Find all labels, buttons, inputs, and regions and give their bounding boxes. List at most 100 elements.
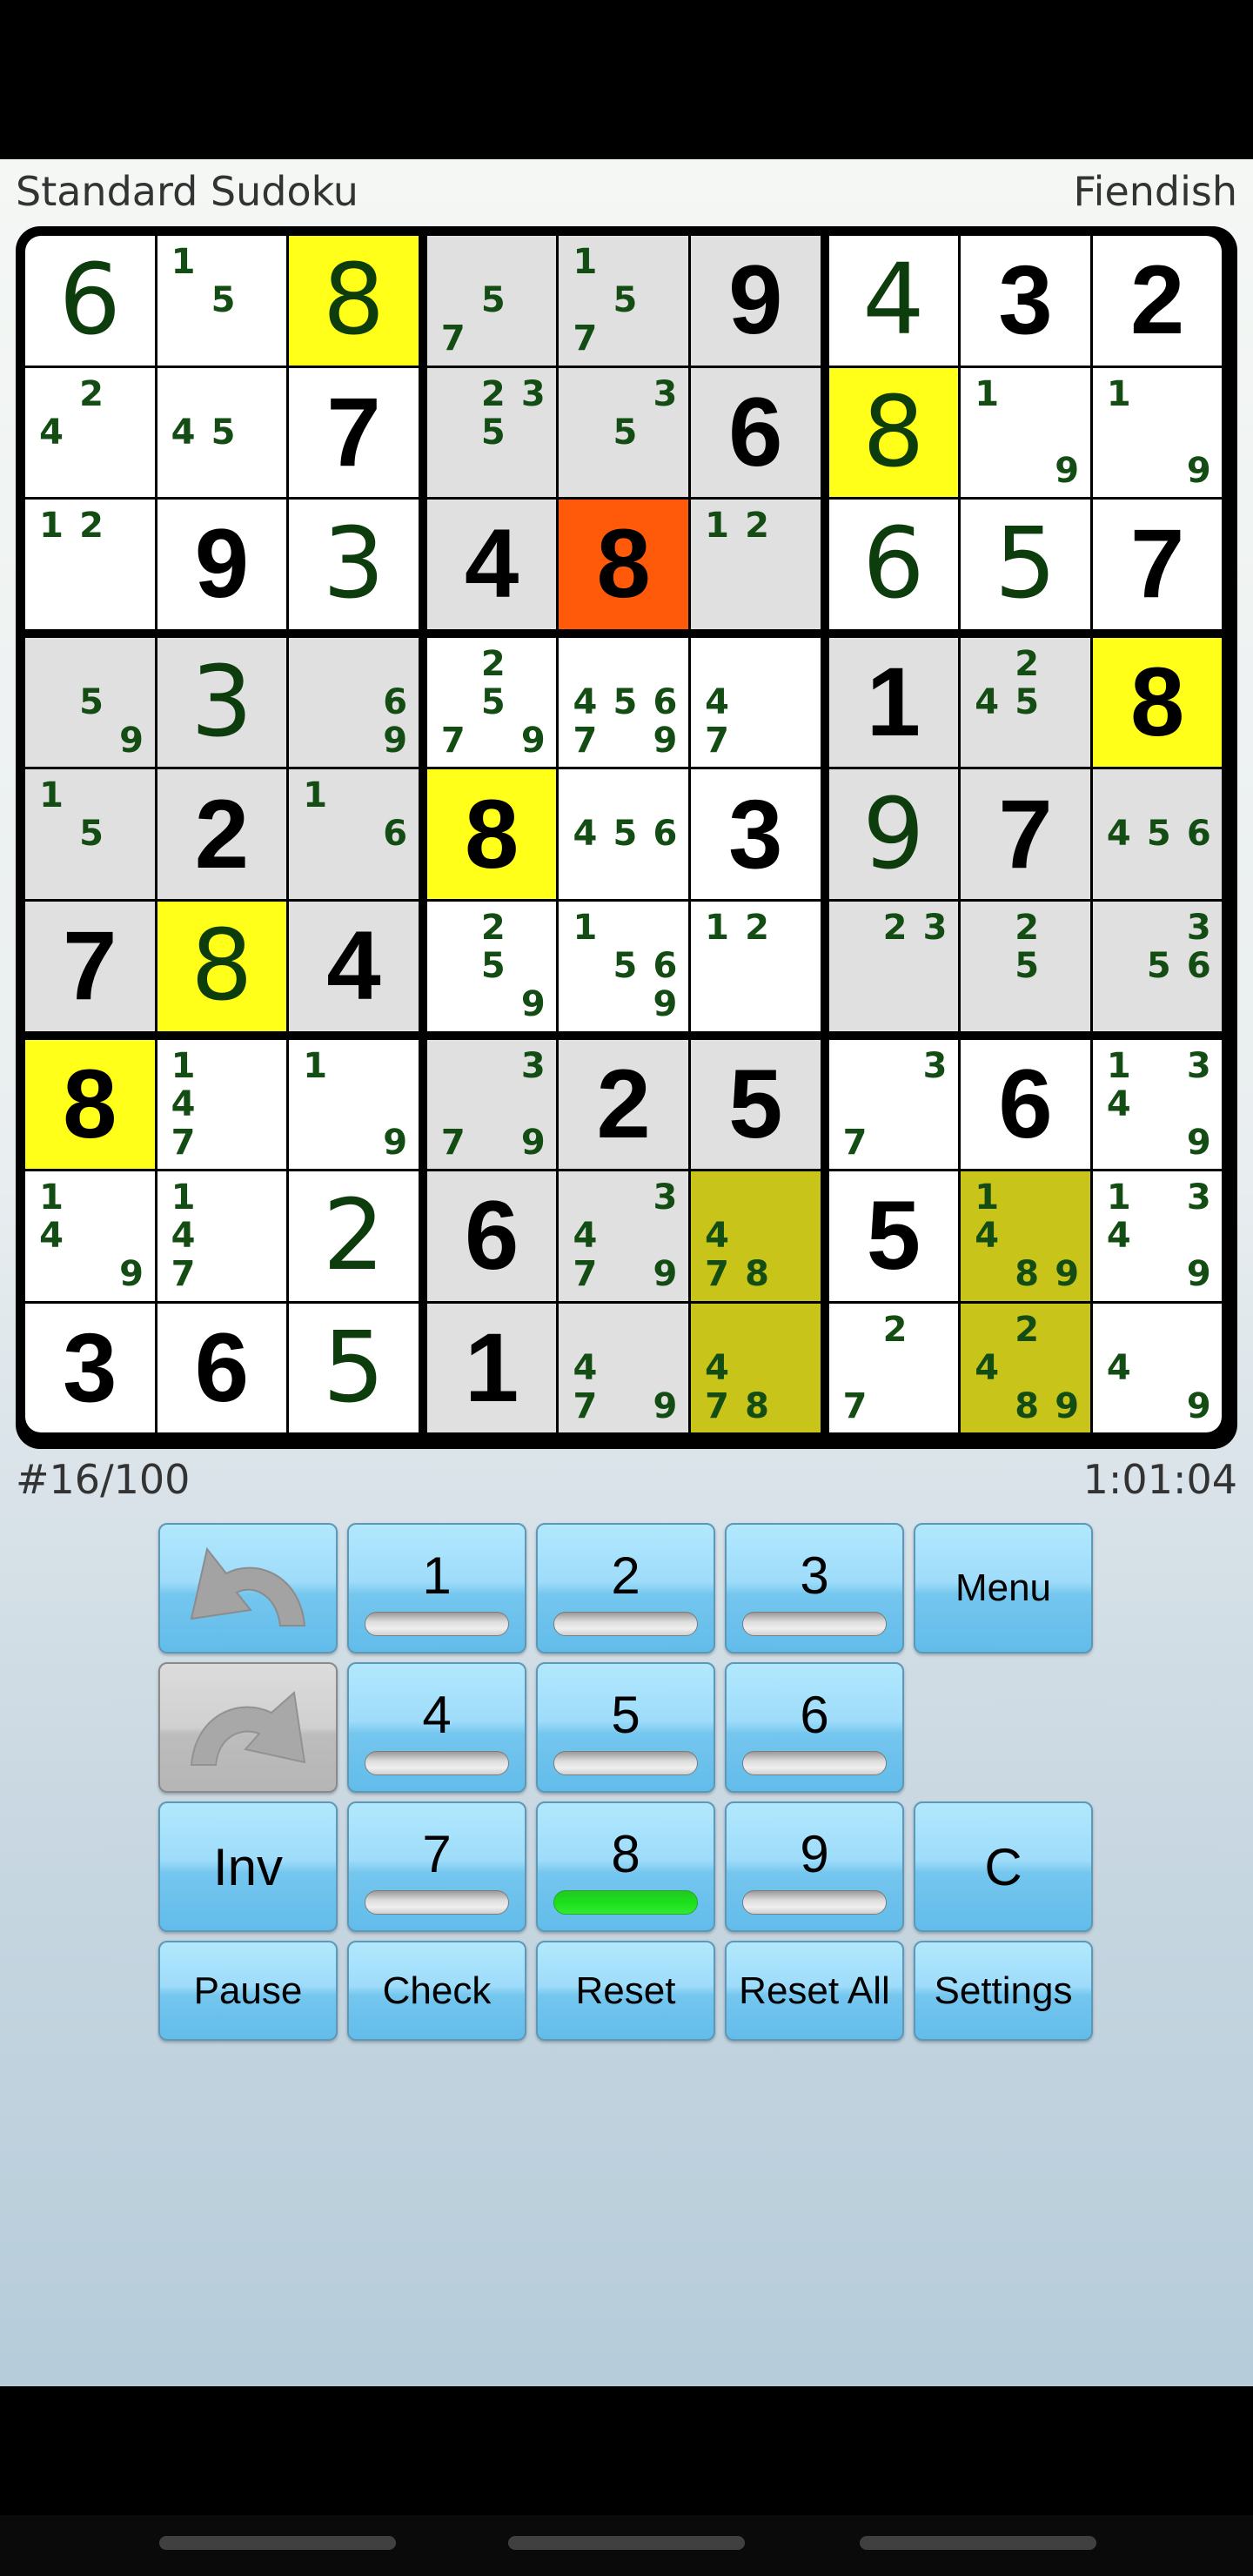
digit-key-4[interactable]: 4 — [347, 1662, 526, 1793]
sudoku-cell[interactable]: 9 — [691, 236, 821, 366]
digit-key-5[interactable]: 5 — [536, 1662, 715, 1793]
sudoku-cell[interactable]: 3 — [961, 236, 1090, 366]
digit-key-8[interactable]: 8 — [536, 1801, 715, 1932]
sudoku-cell[interactable]: 69 — [289, 637, 419, 768]
sudoku-cell[interactable]: 7 — [25, 902, 155, 1031]
sudoku-cell[interactable]: 3 — [157, 637, 287, 768]
sudoku-cell[interactable]: 356 — [1092, 902, 1223, 1031]
sudoku-cell[interactable]: 6 — [157, 1303, 287, 1433]
sudoku-cell[interactable]: 9 — [157, 500, 287, 629]
nav-handle-right[interactable] — [860, 2536, 1096, 2550]
sudoku-cell[interactable]: 6 — [691, 367, 821, 498]
sudoku-cell[interactable]: 2 — [157, 769, 287, 899]
invert-button[interactable]: Inv — [158, 1801, 338, 1932]
sudoku-cell[interactable]: 37 — [828, 1039, 959, 1170]
sudoku-cell[interactable]: 3 — [289, 500, 419, 629]
digit-key-7[interactable]: 7 — [347, 1801, 526, 1932]
sudoku-cell[interactable]: 2489 — [961, 1303, 1090, 1433]
digit-key-3[interactable]: 3 — [725, 1523, 904, 1654]
sudoku-cell[interactable]: 4 — [426, 500, 557, 629]
redo-button[interactable] — [158, 1662, 338, 1793]
sudoku-cell[interactable]: 3 7 9 — [426, 1039, 557, 1170]
digit-key-2[interactable]: 2 — [536, 1523, 715, 1654]
sudoku-cell[interactable]: 6 — [426, 1171, 557, 1301]
sudoku-cell[interactable]: 3 47 9 — [559, 1171, 688, 1301]
sudoku-cell[interactable]: 456 — [559, 769, 688, 899]
sudoku-cell[interactable]: 235 — [426, 367, 557, 498]
sudoku-cell[interactable]: 23 — [828, 902, 959, 1031]
sudoku-cell[interactable]: 147 — [157, 1039, 287, 1170]
sudoku-cell[interactable]: 7 — [289, 367, 419, 498]
sudoku-cell[interactable]: 47 9 — [559, 1303, 688, 1433]
sudoku-cell[interactable]: 12 — [25, 500, 155, 629]
digit-key-1[interactable]: 1 — [347, 1523, 526, 1654]
sudoku-cell[interactable]: 6 — [828, 500, 959, 629]
sudoku-cell[interactable]: 59 — [25, 637, 155, 768]
sudoku-cell[interactable]: 1489 — [961, 1171, 1090, 1301]
sudoku-cell[interactable]: 1569 — [559, 902, 688, 1031]
sudoku-cell[interactable]: 5 — [828, 1171, 959, 1301]
sudoku-cell[interactable]: 4 — [289, 902, 419, 1031]
sudoku-cell[interactable]: 478 — [691, 1171, 821, 1301]
sudoku-cell[interactable]: 8 — [157, 902, 287, 1031]
sudoku-cell[interactable]: 27 — [828, 1303, 959, 1433]
digit-key-6[interactable]: 6 — [725, 1662, 904, 1793]
sudoku-cell[interactable]: 7 — [961, 769, 1090, 899]
sudoku-cell[interactable]: 257 9 — [426, 637, 557, 768]
sudoku-cell[interactable]: 6 — [961, 1039, 1090, 1170]
sudoku-cell[interactable]: 1 3 4 9 — [1092, 1171, 1223, 1301]
sudoku-cell[interactable]: 9 — [828, 769, 959, 899]
sudoku-cell-selected[interactable]: 8 — [559, 500, 688, 629]
sudoku-cell[interactable]: 2 — [559, 1039, 688, 1170]
sudoku-cell[interactable]: 35 — [559, 367, 688, 498]
sudoku-cell[interactable]: 8 — [1092, 637, 1223, 768]
sudoku-cell[interactable]: 1 3 4 9 — [1092, 1039, 1223, 1170]
menu-button[interactable]: Menu — [914, 1523, 1093, 1654]
reset-button[interactable]: Reset — [536, 1941, 715, 2041]
check-button[interactable]: Check — [347, 1941, 526, 2041]
sudoku-cell[interactable]: 478 — [691, 1303, 821, 1433]
sudoku-cell[interactable]: 157 — [559, 236, 688, 366]
sudoku-cell[interactable]: 147 — [157, 1171, 287, 1301]
sudoku-cell[interactable]: 2 — [289, 1171, 419, 1301]
sudoku-cell[interactable]: 8 — [426, 769, 557, 899]
sudoku-cell[interactable]: 15 — [25, 769, 155, 899]
sudoku-cell[interactable]: 7 — [1092, 500, 1223, 629]
sudoku-cell[interactable]: 5 — [691, 1039, 821, 1170]
sudoku-cell[interactable]: 8 — [828, 367, 959, 498]
sudoku-cell[interactable]: 12 — [691, 500, 821, 629]
sudoku-cell[interactable]: 2 — [1092, 236, 1223, 366]
sudoku-cell[interactable]: 12 — [691, 902, 821, 1031]
sudoku-cell[interactable]: 456 7 9 — [559, 637, 688, 768]
sudoku-cell[interactable]: 49 — [1092, 1303, 1223, 1433]
sudoku-cell[interactable]: 1 — [426, 1303, 557, 1433]
sudoku-cell[interactable]: 57 — [426, 236, 557, 366]
sudoku-cell[interactable]: 5 — [961, 500, 1090, 629]
sudoku-cell[interactable]: 19 — [961, 367, 1090, 498]
sudoku-cell[interactable]: 3 — [25, 1303, 155, 1433]
sudoku-cell[interactable]: 16 — [289, 769, 419, 899]
sudoku-cell[interactable]: 15 — [157, 236, 287, 366]
sudoku-cell[interactable]: 259 — [426, 902, 557, 1031]
clear-button[interactable]: C — [914, 1801, 1093, 1932]
sudoku-cell[interactable]: 47 — [691, 637, 821, 768]
nav-handle-left[interactable] — [159, 2536, 396, 2550]
settings-button[interactable]: Settings — [914, 1941, 1093, 2041]
sudoku-cell[interactable]: 5 — [289, 1303, 419, 1433]
sudoku-cell[interactable]: 245 — [961, 637, 1090, 768]
sudoku-cell[interactable]: 25 — [961, 902, 1090, 1031]
sudoku-cell[interactable]: 4 — [828, 236, 959, 366]
digit-key-9[interactable]: 9 — [725, 1801, 904, 1932]
reset-all-button[interactable]: Reset All — [725, 1941, 904, 2041]
sudoku-cell[interactable]: 6 — [25, 236, 155, 366]
sudoku-cell[interactable]: 3 — [691, 769, 821, 899]
sudoku-cell[interactable]: 19 — [1092, 367, 1223, 498]
sudoku-cell[interactable]: 14 9 — [25, 1171, 155, 1301]
sudoku-cell[interactable]: 8 — [289, 236, 419, 366]
sudoku-cell[interactable]: 456 — [1092, 769, 1223, 899]
pause-button[interactable]: Pause — [158, 1941, 338, 2041]
undo-button[interactable] — [158, 1523, 338, 1654]
nav-handle-center[interactable] — [508, 2536, 745, 2550]
sudoku-cell[interactable]: 45 — [157, 367, 287, 498]
sudoku-cell[interactable]: 24 — [25, 367, 155, 498]
